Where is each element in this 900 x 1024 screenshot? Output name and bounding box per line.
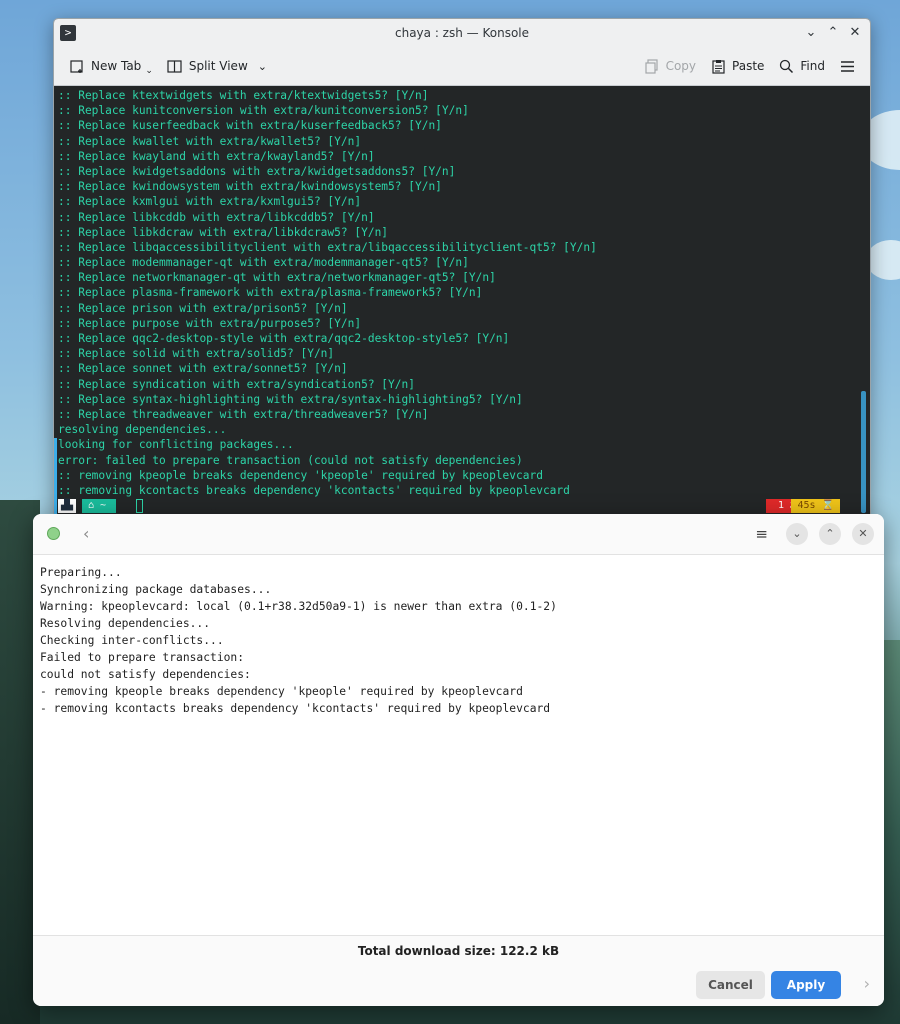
hourglass-icon: ⌛ [821, 500, 834, 511]
chevron-down-icon: ⌄ [257, 59, 267, 73]
log-line: Resolving dependencies... [40, 617, 211, 630]
terminal-line: :: Replace kwayland with extra/kwayland5… [58, 149, 375, 163]
terminal-line: :: Replace syntax-highlighting with extr… [58, 392, 523, 406]
terminal-line: :: Replace kwallet with extra/kwallet5? … [58, 134, 362, 148]
copy-label: Copy [665, 59, 697, 73]
paste-icon [710, 58, 726, 74]
terminal-output[interactable]: :: Replace ktextwidgets with extra/ktext… [54, 86, 870, 515]
log-line: Warning: kpeoplevcard: local (0.1+r38.32… [40, 600, 557, 613]
konsole-titlebar[interactable]: > chaya : zsh — Konsole ⌄ ⌃ ✕ [54, 19, 870, 47]
terminal-line: :: Replace libqaccessibilityclient with … [58, 240, 597, 254]
terminal-line: :: Replace kwindowsystem with extra/kwin… [58, 180, 442, 194]
terminal-line: looking for conflicting packages... [58, 438, 294, 452]
terminal-line: :: Replace solid with extra/solid5? [Y/n… [58, 347, 335, 361]
shell-prompt: ▟▙ ⌂ ~ 1 ✘ 45s ⌛ [54, 498, 870, 514]
terminal-line: :: Replace kunitconversion with extra/ku… [58, 104, 469, 118]
log-line: could not satisfy dependencies: [40, 668, 251, 681]
menu-button[interactable] [832, 54, 862, 78]
background-cloud [866, 240, 900, 280]
dialog-footer: Total download size: 122.2 kB Cancel App… [33, 935, 884, 1006]
terminal-line: resolving dependencies... [58, 423, 227, 437]
new-tab-label: New Tab [91, 59, 142, 73]
find-label: Find [800, 59, 825, 73]
chevron-down-icon: ⌄ [145, 66, 153, 76]
dialog-header: ‹ ≡ ⌄ ⌃ ✕ [33, 514, 884, 555]
split-view-label: Split View [188, 59, 248, 73]
transaction-log: Preparing... Synchronizing package databa… [40, 564, 884, 717]
paste-label: Paste [732, 59, 765, 73]
home-icon: ⌂ [88, 500, 101, 511]
window-controls: ⌄ ⌃ ✕ [802, 23, 864, 43]
apply-button[interactable]: Apply [771, 971, 841, 999]
window-title: chaya : zsh — Konsole [395, 26, 529, 40]
terminal-line: :: Replace kwidgetsaddons with extra/kwi… [58, 164, 456, 178]
terminal-line: :: Replace libkdcraw with extra/libkdcra… [58, 225, 389, 239]
terminal-line: :: Replace networkmanager-qt with extra/… [58, 271, 496, 285]
terminal-line: error: failed to prepare transaction (co… [58, 453, 523, 467]
log-line: - removing kcontacts breaks dependency '… [40, 702, 551, 715]
konsole-icon: > [60, 25, 76, 41]
log-line: Preparing... [40, 566, 122, 579]
back-arrow-icon[interactable]: ‹ [83, 524, 89, 543]
find-button[interactable]: Find [771, 54, 832, 78]
minimize-icon[interactable]: ⌄ [786, 523, 808, 545]
terminal-line: :: Replace modemmanager-qt with extra/mo… [58, 256, 469, 270]
total-download-size: Total download size: 122.2 kB [357, 944, 560, 958]
log-line: Checking inter-conflicts... [40, 634, 224, 647]
log-line: - removing kpeople breaks dependency 'kp… [40, 685, 523, 698]
terminal-scrollbar[interactable] [861, 391, 866, 513]
new-tab-button[interactable]: New Tab ⌄ [62, 52, 160, 80]
log-line: Synchronizing package databases... [40, 583, 272, 596]
copy-button[interactable]: Copy [637, 54, 703, 78]
pamac-icon [47, 527, 60, 540]
paste-button[interactable]: Paste [703, 54, 771, 78]
terminal-line: :: removing kcontacts breaks dependency … [58, 483, 570, 497]
terminal-line: :: Replace purpose with extra/purpose5? … [58, 316, 362, 330]
hamburger-menu-icon [839, 58, 855, 74]
find-icon [778, 58, 794, 74]
terminal-line: :: Replace syndication with extra/syndic… [58, 377, 415, 391]
terminal-line: :: Replace libkcddb with extra/libkcddb5… [58, 210, 375, 224]
konsole-toolbar: New Tab ⌄ Split View ⌄ Copy Paste Find [54, 47, 870, 86]
terminal-line: :: Replace qqc2-desktop-style with extra… [58, 332, 510, 345]
new-tab-icon [69, 58, 85, 74]
terminal-line: :: Replace threadweaver with extra/threa… [58, 407, 429, 421]
konsole-window[interactable]: > chaya : zsh — Konsole ⌄ ⌃ ✕ New Tab ⌄ … [53, 18, 871, 516]
terminal-line: :: Replace plasma-framework with extra/p… [58, 286, 483, 300]
terminal-line: :: Replace sonnet with extra/sonnet5? [Y… [58, 362, 348, 376]
split-view-button[interactable]: Split View ⌄ [160, 54, 274, 78]
transaction-dialog[interactable]: ‹ ≡ ⌄ ⌃ ✕ Preparing... Synchronizing pack… [33, 514, 884, 1006]
hamburger-menu-icon[interactable]: ≡ [755, 525, 768, 543]
prompt-duration: 45s ⌛ [791, 499, 840, 513]
close-icon[interactable]: ✕ [852, 523, 874, 545]
terminal-cursor [136, 499, 143, 513]
terminal-line: :: Replace kuserfeedback with extra/kuse… [58, 119, 442, 133]
terminal-line: :: Replace ktextwidgets with extra/ktext… [58, 89, 429, 102]
copy-icon [644, 58, 660, 74]
cancel-button[interactable]: Cancel [696, 971, 765, 999]
terminal-line: :: removing kpeople breaks dependency 'k… [58, 468, 543, 482]
prompt-directory: ⌂ ~ [82, 499, 117, 513]
forward-arrow-icon[interactable]: › [864, 974, 870, 993]
terminal-line: :: Replace prison with extra/prison5? [Y… [58, 301, 348, 315]
split-view-icon [167, 58, 183, 74]
maximize-icon[interactable]: ⌃ [824, 23, 842, 43]
arch-logo-icon: ▟▙ [58, 499, 76, 513]
maximize-icon[interactable]: ⌃ [819, 523, 841, 545]
minimize-icon[interactable]: ⌄ [802, 23, 820, 43]
prompt-duration-label: 45s [797, 500, 816, 511]
prompt-directory-label: ~ [100, 500, 107, 511]
close-icon[interactable]: ✕ [846, 23, 864, 43]
terminal-line: :: Replace kxmlgui with extra/kxmlgui5? … [58, 195, 362, 209]
log-line: Failed to prepare transaction: [40, 651, 245, 664]
